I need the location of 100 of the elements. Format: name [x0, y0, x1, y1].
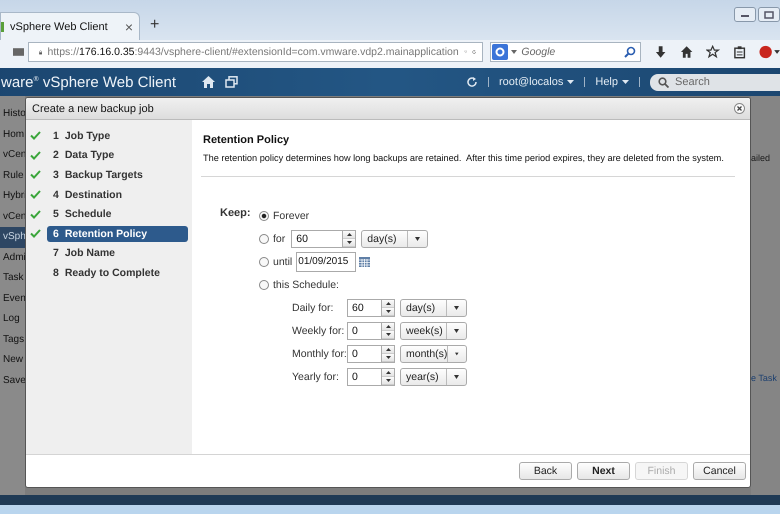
app-logo: ware$^{®}$ vSphere Web Client [1, 74, 176, 90]
spin-up-button[interactable] [382, 322, 394, 330]
unit-dropdown[interactable]: week(s) [400, 322, 467, 340]
home-icon[interactable] [202, 76, 215, 88]
down-arrow-icon [386, 378, 390, 382]
schedule-label: Yearly for: [292, 370, 340, 382]
new-tab-button[interactable]: + [150, 16, 160, 34]
caret-icon [454, 306, 459, 310]
wizard-step[interactable]: 1 Job Type [47, 128, 188, 144]
spin-up-button[interactable] [382, 368, 394, 376]
search-field[interactable]: Google [521, 46, 621, 58]
sidebar-item[interactable]: Save [0, 370, 25, 391]
background-text: ailed [751, 153, 770, 163]
tab-title: vSphere Web Client [10, 20, 109, 32]
number-field[interactable]: 0 [347, 322, 382, 340]
up-arrow-icon [386, 370, 390, 374]
radio-button[interactable] [259, 256, 269, 266]
maximize-icon [764, 10, 774, 18]
up-arrow-icon [386, 348, 390, 350]
search-field[interactable]: Google [490, 42, 641, 62]
sidebar-item[interactable]: Task [0, 268, 25, 288]
unit-dropdown[interactable]: year(s) [400, 368, 467, 386]
option-label: until [273, 256, 292, 268]
background-text: e Task [751, 373, 777, 383]
caret-icon [455, 352, 459, 356]
sidebar-item[interactable]: New [0, 350, 25, 370]
dialog-title: Create a new backup job [32, 102, 155, 114]
addon-icon[interactable] [759, 45, 780, 59]
library-icon[interactable] [13, 47, 24, 57]
number-field[interactable]: 0 [347, 344, 382, 362]
windows-icon[interactable] [224, 76, 238, 88]
wizard-step[interactable]: 8 Ready to Complete [47, 264, 188, 281]
up-arrow-icon [386, 324, 390, 328]
section-heading: Retention Policy [203, 134, 290, 146]
browser-tab[interactable]: vSphere Web Client × [0, 12, 140, 40]
sidebar-item[interactable]: Log [0, 309, 25, 330]
close-icon[interactable] [734, 103, 745, 114]
search-engine-icon[interactable] [492, 44, 518, 60]
unit-dropdown[interactable]: day(s) [400, 298, 467, 316]
caret-icon [454, 374, 459, 378]
down-arrow-icon [386, 356, 390, 358]
number-field[interactable]: 60 [291, 230, 344, 248]
unit-dropdown[interactable]: day(s) [361, 230, 428, 248]
sidebar-item[interactable]: vSph [0, 227, 25, 248]
dialog-button[interactable]: Back [519, 462, 572, 480]
sidebar-item[interactable]: Even [0, 288, 25, 309]
search-icon [658, 76, 669, 88]
star-icon[interactable] [706, 45, 720, 59]
up-arrow-icon [346, 232, 352, 236]
caret-icon [567, 80, 574, 84]
radio-button[interactable] [259, 234, 269, 244]
address-field[interactable]: https://176.16.0.35:9443/vsphere-client/#extensionId=com.vmware.vdp2.mainapplication [28, 42, 484, 62]
option-label: this Schedule: [273, 278, 339, 290]
wizard-step[interactable]: 3 Backup Targets [47, 166, 188, 183]
wizard-step[interactable]: 2 Data Type [47, 147, 188, 164]
calendar-icon[interactable] [359, 256, 370, 266]
sidebar-item[interactable]: Histo [0, 104, 25, 124]
refresh-icon[interactable] [466, 76, 478, 88]
wizard-step[interactable]: 4 Destination [47, 186, 188, 203]
spin-up-button[interactable] [382, 300, 394, 308]
caret-icon [454, 328, 459, 332]
number-field[interactable]: 0 [347, 368, 382, 386]
down-arrow-icon [346, 240, 352, 244]
dialog-button[interactable]: Cancel [693, 462, 746, 480]
help-menu[interactable]: Help [595, 76, 629, 88]
wizard-step[interactable]: 7 Job Name [47, 245, 188, 262]
up-arrow-icon [386, 302, 390, 304]
maximize-button[interactable] [758, 7, 780, 22]
spin-up-button[interactable] [382, 346, 394, 354]
unit-dropdown[interactable]: month(s) [400, 344, 467, 362]
down-arrow-icon [386, 332, 390, 336]
dialog-button[interactable]: Next [577, 462, 630, 480]
home-icon[interactable] [680, 45, 694, 59]
download-icon[interactable] [654, 45, 668, 59]
sidebar-item[interactable]: Hom [0, 124, 25, 145]
sidebar-item[interactable]: Rule [0, 166, 25, 186]
keep-label: Keep: [220, 206, 252, 221]
option-label: for [273, 232, 286, 244]
search-icon[interactable] [624, 46, 636, 58]
radio-button[interactable] [259, 210, 269, 220]
description: The retention policy determines how long backups are retained. After this time period expires, they are deleted from the system. [203, 153, 725, 163]
date-field[interactable]: 01/09/2015 [296, 252, 356, 272]
page-icon [1, 22, 4, 32]
radio-button[interactable] [259, 280, 269, 290]
clipboard-icon[interactable] [732, 45, 746, 59]
minimize-button[interactable] [734, 7, 756, 22]
wizard-step[interactable]: 5 Schedule [47, 206, 188, 222]
spin-up-button[interactable] [343, 230, 356, 238]
search-field[interactable]: Search [650, 74, 780, 90]
search-field[interactable]: Search [675, 76, 765, 88]
caret-icon [622, 80, 629, 84]
sidebar-item[interactable]: Tags [0, 330, 25, 350]
close-tab-button[interactable]: × [124, 18, 133, 34]
sidebar-item[interactable]: Admi [0, 248, 25, 268]
schedule-label: Daily for: [292, 302, 334, 314]
wizard-step[interactable]: 6 Retention Policy [47, 226, 188, 242]
down-arrow-icon [386, 310, 390, 312]
user-menu[interactable]: root@localos [499, 76, 574, 88]
number-field[interactable]: 60 [347, 298, 382, 316]
option-label: Forever [273, 210, 310, 222]
